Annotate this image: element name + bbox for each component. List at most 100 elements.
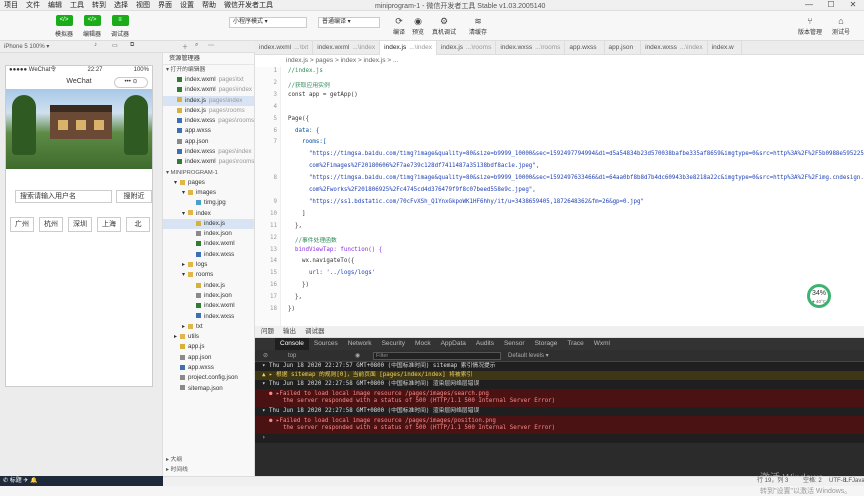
open-editors-header[interactable]: ▾ 打开的编辑器 [163,65,254,75]
debugger-button[interactable]: ≡ 调试器 [108,15,132,38]
log-entry[interactable]: ▾ Thu Jun 18 2020 22:27:57 GMT+0800 (中国标… [255,362,864,371]
log-entry[interactable]: ▾ Thu Jun 18 2020 22:27:58 GMT+0800 (中国标… [255,407,864,416]
device-select[interactable]: iPhone 5 100% ▾ [4,43,49,50]
new-file-icon[interactable]: ＋ [182,42,188,51]
devtools-tab-audits[interactable]: Audits [471,338,499,350]
tree-item[interactable]: index.wxss [163,250,254,260]
screen-icon[interactable]: ▭ [112,42,118,49]
tree-item[interactable]: index.json [163,229,254,239]
test-account-button[interactable]: ⌂ 测试号 [828,15,854,36]
close-icon[interactable]: ✕ [842,0,864,9]
tree-item[interactable]: ▸ txt [163,322,254,332]
code-line[interactable]: }, [288,223,302,229]
volume-icon[interactable]: ♪ [94,42,97,48]
open-file-item[interactable]: index.wxss pages\rooms [163,116,254,126]
log-entry[interactable]: ● ▸Failed to load local image resource /… [255,416,864,434]
breadcrumb[interactable]: index.js > pages > index > index.js > ..… [286,55,398,67]
compile-select[interactable]: 普通编译 ▾ [318,17,380,28]
city-button[interactable]: 上海 [97,217,121,232]
devtools-tab-mock[interactable]: Mock [410,338,436,350]
levels-select[interactable]: Default levels ▾ [508,350,549,362]
code-line[interactable]: bindViewTap: function() { [288,247,382,253]
search-icon[interactable]: ⌕ [195,42,198,49]
context-select[interactable]: top [288,350,296,362]
code-line[interactable]: //index.js [288,68,323,74]
devtools-tab-security[interactable]: Security [377,338,410,350]
code-line[interactable]: "https://timgsa.baidu.com/timg?image&qua… [288,151,864,157]
cursor-position[interactable]: 行 19，列 3 [757,477,788,486]
tree-item[interactable]: index.wxss [163,312,254,322]
indent-setting[interactable]: 空格: 2 [803,477,822,486]
devtools-tab-sensor[interactable]: Sensor [499,338,530,350]
tree-item[interactable]: index.js [163,281,254,291]
open-file-item[interactable]: index.js pages\index [163,95,254,106]
capsule-menu[interactable]: ••• ⊙ [114,77,148,88]
open-file-item[interactable]: index.wxss pages\index [163,147,254,157]
timeline-header[interactable]: ▸ 时间线 [163,465,188,475]
search-input[interactable]: 搜索请输入用户名 [15,190,112,203]
clear-console-icon[interactable]: ⊘ [263,350,268,362]
open-file-item[interactable]: index.wxml pages\index [163,85,254,95]
nearby-button[interactable]: 搜附近 [116,190,152,203]
language-mode[interactable]: JavaScript [852,477,864,486]
open-file-item[interactable]: index.wxml pages\rooms [163,157,254,167]
city-button[interactable]: 杭州 [39,217,63,232]
tree-item[interactable]: project.config.json [163,373,254,383]
code-line[interactable]: com%2Fimages%2F20180606%2F7ae739c128df74… [288,163,539,169]
tree-item[interactable]: ▾ pages [163,178,254,188]
tree-item[interactable]: app.json [163,353,254,363]
encoding[interactable]: UTF-8 [829,477,846,486]
devtools-tab-console[interactable]: Console [275,338,309,350]
menu-item[interactable]: 工具 [66,0,88,10]
code-line[interactable]: "https://ss1.bdstatic.com/70cFvXSh_Q1Ynx… [288,199,644,205]
tree-item[interactable]: app.js [163,342,254,352]
code-line[interactable]: wx.navigateTo({ [288,258,354,264]
devtools-tab-sources[interactable]: Sources [309,338,343,350]
tab-app-json[interactable]: app.json [605,41,642,55]
code-line[interactable]: //事件处理函数 [288,235,337,244]
log-entry[interactable]: ● ▸Failed to load local image resource /… [255,389,864,407]
code-line[interactable]: //获取应用实例 [288,80,330,89]
banner-image[interactable] [6,89,152,169]
filter-input[interactable]: Filter [373,352,501,360]
maximize-icon[interactable]: ☐ [820,0,842,9]
tree-item[interactable]: ▸ utils [163,332,254,342]
tree-item[interactable]: index.json [163,291,254,301]
panel-tab[interactable]: 问题 [261,328,274,335]
menu-item[interactable]: 界面 [154,0,176,10]
tree-item[interactable]: sitemap.json [163,384,254,394]
minimize-icon[interactable]: — [798,0,820,9]
tab-index-js[interactable]: index.js ...\index [380,41,437,55]
code-line[interactable]: com%2Fworks%2F201806925%2Fc4745cd4d37647… [288,187,536,193]
code-line[interactable]: }) [288,282,309,288]
tree-item[interactable]: timg.jpg [163,198,254,208]
code-line[interactable]: }) [288,306,295,312]
menu-item[interactable]: 编辑 [44,0,66,10]
performance-badge[interactable]: 34% ● 40°C [807,284,831,308]
open-file-item[interactable]: app.json [163,137,254,147]
real-debug-button[interactable]: ⚙ 真机调试 [431,15,457,36]
tab-index-js[interactable]: index.js ...\rooms [437,41,497,55]
devtools-tab-appdata[interactable]: AppData [436,338,471,350]
panel-tab[interactable]: 输出 [283,328,296,335]
tree-item[interactable]: ▸ logs [163,260,254,270]
popout-icon[interactable]: ⧉ [130,42,134,49]
devtools-tab-trace[interactable]: Trace [562,338,588,350]
line-ending[interactable]: LF [845,477,852,486]
open-file-item[interactable]: index.js pages\rooms [163,106,254,116]
city-button[interactable]: 北 [126,217,150,232]
open-file-item[interactable]: index.wxml pages\txt [163,75,254,85]
editor-button[interactable]: </> 编辑器 [80,15,104,38]
tree-item[interactable]: app.wxss [163,363,254,373]
code-editor[interactable]: index.js > pages > index > index.js > ..… [255,55,864,326]
outline-header[interactable]: ▸ 大纲 [163,455,182,465]
code-line[interactable]: rooms:[ [288,139,326,145]
clear-cache-button[interactable]: ≋ 清缓存 [465,15,491,36]
preview-button[interactable]: ◉ 预览 [405,15,431,36]
tab-index-w[interactable]: index.w [708,41,742,55]
simulator-button[interactable]: </> 模拟器 [52,15,76,38]
code-line[interactable]: ] [288,211,306,217]
tree-item[interactable]: index.wxml [163,301,254,311]
city-button[interactable]: 广州 [10,217,34,232]
code-line[interactable]: }, [288,294,302,300]
